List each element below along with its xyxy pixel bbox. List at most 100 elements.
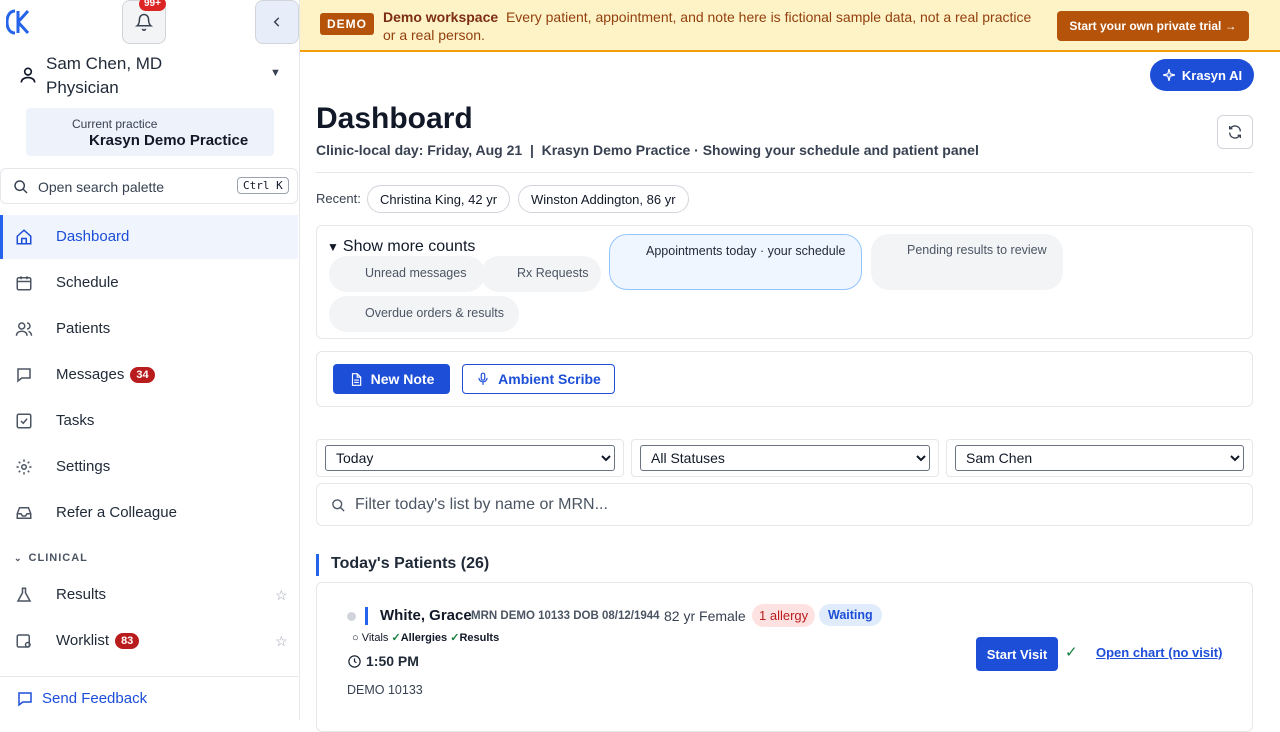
show-more-counts-toggle[interactable]: ▼ Show more counts: [327, 238, 475, 256]
search-palette-label: Open search palette: [38, 179, 165, 195]
star-icon[interactable]: ☆: [275, 587, 288, 604]
sidebar-item-schedule[interactable]: Schedule: [0, 261, 298, 305]
provider-filter-wrap: Sam Chen: [946, 439, 1253, 477]
search-icon: [14, 180, 28, 194]
start-trial-button[interactable]: Start your own private trial →: [1057, 11, 1249, 41]
sidebar-item-label: Schedule: [56, 274, 119, 291]
user-role: Physician: [46, 78, 119, 97]
page-title: Dashboard: [316, 102, 473, 135]
patient-filter-input[interactable]: [355, 492, 1235, 518]
sidebar-item-worklist[interactable]: Worklist 83 ☆: [0, 619, 298, 663]
status-filter-select[interactable]: All Statuses: [640, 445, 930, 471]
worklist-count-badge: 83: [115, 633, 140, 649]
sidebar-item-patients[interactable]: Patients: [0, 307, 298, 351]
search-palette-button[interactable]: Open search palette Ctrl K: [0, 168, 298, 204]
patient-age-sex: 82 yr Female: [664, 608, 746, 624]
demo-banner: DEMO Demo workspace Every patient, appoi…: [300, 0, 1280, 52]
new-note-button[interactable]: New Note: [333, 364, 450, 394]
refresh-icon: [1228, 125, 1242, 139]
counts-panel: ▼ Show more counts Unread messages Rx Req…: [316, 225, 1253, 339]
appointment-time: 1:50 PM: [347, 653, 419, 669]
page-subtitle: Clinic-local day: Friday, Aug 21 | Krasy…: [316, 142, 979, 158]
user-menu[interactable]: Sam Chen, MD Physician ▼: [18, 52, 288, 100]
patient-name[interactable]: White, Grace: [380, 607, 472, 624]
sparkle-icon: [1162, 69, 1175, 81]
count-appointments-today[interactable]: Appointments today · your schedule: [609, 234, 862, 290]
sidebar-item-dashboard[interactable]: Dashboard: [0, 215, 298, 259]
status-dot: [347, 612, 356, 621]
search-icon: [332, 499, 345, 512]
banner-title: Demo workspace: [383, 9, 499, 25]
sidebar-item-label: Tasks: [56, 412, 95, 429]
app-logo-icon[interactable]: [5, 8, 30, 36]
users-icon: [15, 322, 33, 336]
count-overdue-orders[interactable]: Overdue orders & results: [329, 296, 519, 332]
star-icon[interactable]: ☆: [275, 633, 288, 650]
inbox-icon: [16, 507, 32, 519]
chevron-down-icon: ⌄: [14, 553, 23, 563]
actions-panel: New Note Ambient Scribe: [316, 351, 1253, 407]
bell-icon: [135, 13, 153, 31]
sidebar-item-label: Dashboard: [56, 228, 130, 245]
sidebar-item-results[interactable]: Results ☆: [0, 573, 298, 617]
patient-mrn-dob: MRN DEMO 10133 DOB 08/12/1944: [471, 610, 660, 622]
notification-count-badge: 99+: [139, 0, 166, 11]
search-shortcut: Ctrl K: [237, 177, 289, 194]
caret-down-icon: ▼: [270, 67, 281, 79]
sidebar-item-label: Refer a Colleague: [56, 504, 177, 521]
sidebar: 99+ Sam Chen, MD Physician ▼ Current pra…: [0, 0, 300, 720]
chevron-left-icon: [273, 17, 280, 27]
sidebar-item-tasks[interactable]: Tasks: [0, 399, 298, 443]
patient-filter-box: [316, 483, 1253, 526]
count-pending-results[interactable]: Pending results to review: [871, 234, 1063, 290]
open-chart-link[interactable]: Open chart (no visit): [1096, 645, 1222, 660]
check-icon: ✓: [391, 632, 401, 644]
calendar-icon: [16, 276, 32, 291]
collapse-sidebar-button[interactable]: [255, 0, 299, 44]
demo-tag: DEMO: [320, 13, 374, 35]
date-filter-wrap: Today: [316, 439, 624, 477]
count-rx-requests[interactable]: Rx Requests: [481, 256, 601, 292]
visit-checklist: ○ Vitals ✓Allergies ✓Results: [352, 631, 499, 644]
krasyn-ai-label: Krasyn AI: [1181, 67, 1243, 83]
home-icon: [16, 229, 32, 245]
start-visit-button[interactable]: Start Visit: [976, 637, 1058, 671]
status-filter-wrap: All Statuses: [631, 439, 939, 477]
checkbox-icon: [16, 413, 32, 429]
sidebar-item-label: Worklist: [56, 632, 110, 649]
practice-name: Krasyn Demo Practice: [89, 132, 249, 149]
sidebar-item-refer[interactable]: Refer a Colleague: [0, 491, 298, 535]
message-icon: [17, 368, 31, 383]
appointment-time-label: 1:50 PM: [366, 653, 419, 669]
recent-patient-chip[interactable]: Winston Addington, 86 yr: [518, 185, 689, 213]
user-name: Sam Chen, MD: [46, 54, 163, 73]
krasyn-ai-button[interactable]: Krasyn AI: [1150, 59, 1254, 91]
sidebar-item-settings[interactable]: Settings: [0, 445, 298, 489]
sidebar-item-label: Results: [56, 586, 107, 603]
vitals-check: Vitals: [361, 632, 389, 644]
recent-patient-chip[interactable]: Christina King, 42 yr: [367, 185, 511, 213]
ambient-scribe-label: Ambient Scribe: [498, 371, 601, 387]
recent-label: Recent:: [316, 191, 361, 206]
results-check: Results: [459, 632, 500, 644]
clinical-section-header[interactable]: ⌄ CLINICAL: [14, 552, 88, 564]
allergies-check: Allergies: [400, 632, 448, 644]
worklist-icon: [16, 634, 31, 648]
count-unread-messages[interactable]: Unread messages: [329, 256, 485, 292]
new-note-label: New Note: [370, 371, 435, 387]
document-icon: [351, 372, 361, 386]
accent-bar: [365, 607, 368, 625]
sidebar-item-messages[interactable]: Messages 34: [0, 353, 298, 397]
practice-label: Current practice: [72, 117, 158, 131]
refresh-button[interactable]: [1217, 115, 1253, 149]
patient-card: White, Grace MRN DEMO 10133 DOB 08/12/19…: [316, 582, 1253, 732]
user-icon: [20, 67, 36, 83]
feedback-icon: [18, 692, 32, 707]
send-feedback-button[interactable]: Send Feedback: [0, 676, 298, 720]
microphone-icon: [478, 372, 488, 385]
sidebar-item-label: Patients: [56, 320, 111, 337]
date-filter-select[interactable]: Today: [325, 445, 615, 471]
flask-icon: [16, 587, 32, 602]
provider-filter-select[interactable]: Sam Chen: [955, 445, 1244, 471]
ambient-scribe-button[interactable]: Ambient Scribe: [462, 364, 615, 394]
